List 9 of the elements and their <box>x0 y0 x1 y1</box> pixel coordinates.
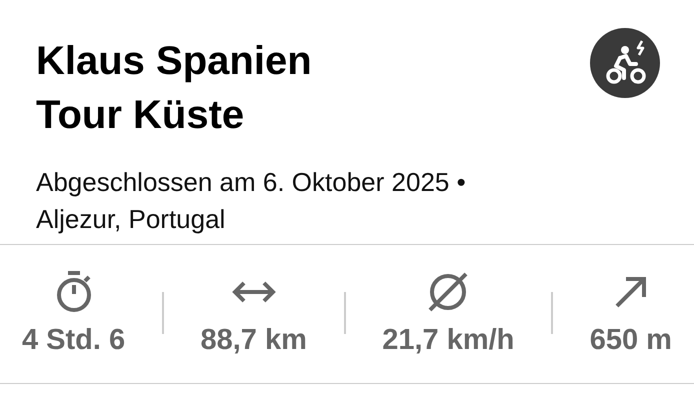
stat-value: 650 m <box>590 324 672 356</box>
diameter-icon <box>426 270 470 314</box>
activity-title: Klaus Spanien <box>36 38 312 85</box>
ebike-icon <box>590 28 660 98</box>
activity-title: Tour Küste <box>36 92 246 139</box>
stat-value: 4 Std. 6 <box>22 324 126 356</box>
stat-value: 21,7 km/h <box>382 324 514 356</box>
activity-subtitle: Abgeschlossen am 6. Oktober 2025 • Aljezur, Portugal <box>35 166 467 236</box>
stat-value: 88,7 km <box>200 324 307 356</box>
